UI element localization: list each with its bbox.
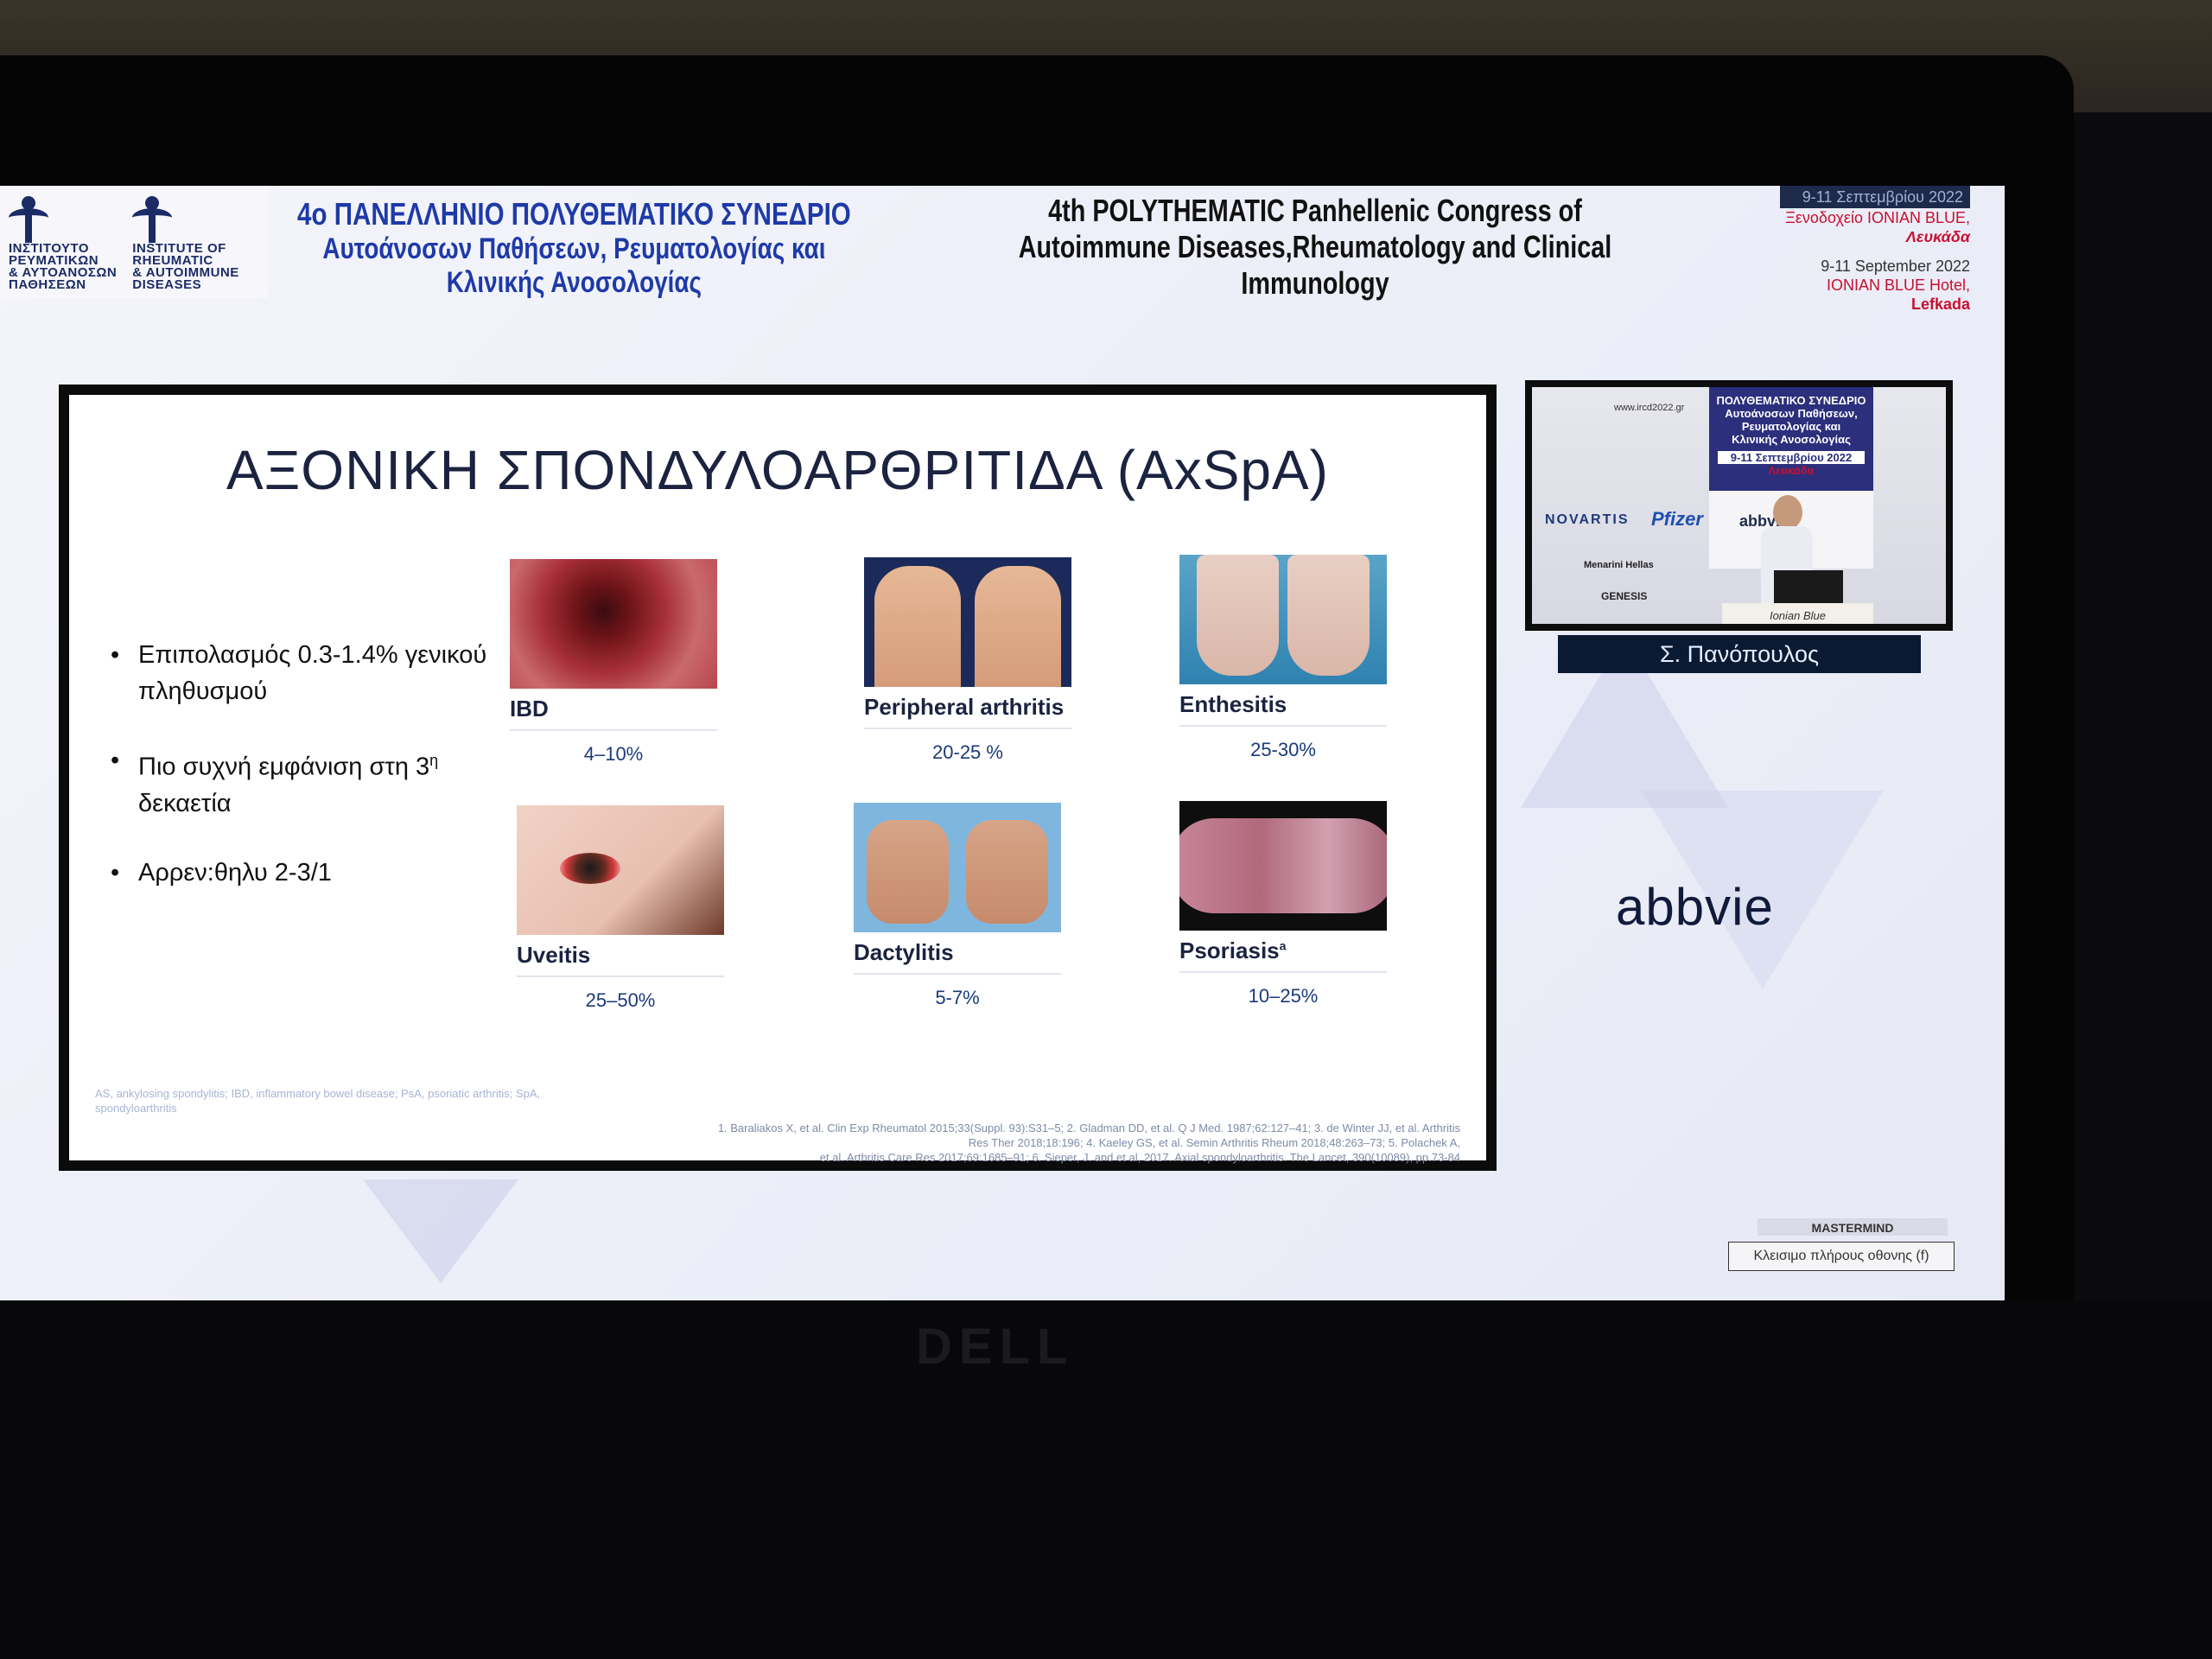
abbvie-logo: abbvie (1616, 878, 1774, 936)
card-percentage: 4–10% (583, 743, 644, 765)
venue-en-hotel: IONIAN BLUE Hotel, (1826, 276, 1970, 294)
congress-title-en: 4th POLYTHEMATIC Panhellenic Congress of… (1011, 193, 1619, 302)
card-peripheral-arthritis: Peripheral arthritis 20-25 % (864, 557, 1089, 764)
decor-triangle (363, 1179, 518, 1283)
podium: Ionian Blue (1722, 603, 1873, 624)
genesis-logo: GENESIS (1601, 590, 1648, 602)
card-enthesitis: Enthesitis 25-30% (1179, 555, 1404, 761)
venue-en-city: Lefkada (1910, 296, 1970, 313)
slide-title: ΑΞΟΝΙΚΗ ΣΠΟΝΔΥΛΟΑΡΘΡΙΤΙΔΑ (AxSpA) (226, 439, 1329, 501)
person-icon (132, 196, 173, 243)
bullet-list: Επιπολασμός 0.3-1.4% γενικού πληθυσμού Π… (104, 637, 536, 924)
exit-fullscreen-button[interactable]: Κλεισιμο πλήρους οθονης (f) (1728, 1242, 1955, 1271)
congress-title-gr-line2: Αυτοάνοσων Παθήσεων, Ρευματολογίας και Κ… (322, 232, 826, 299)
dactylitis-image (854, 803, 1061, 932)
slide: ΑΞΟΝΙΚΗ ΣΠΟΝΔΥΛΟΑΡΘΡΙΤΙΔΑ (AxSpA) Επιπολ… (59, 385, 1497, 1171)
congress-title-en-line1: 4th POLYTHEMATIC Panhellenic Congress of (1048, 193, 1582, 228)
speaker-name: Σ. Πανόπουλος (1558, 635, 1921, 673)
dell-logo: DELL (916, 1319, 1075, 1375)
congress-title-en-line2: Autoimmune Diseases,Rheumatology and Cli… (1018, 229, 1612, 301)
laptop-base (0, 1300, 2212, 1659)
video-site-url: www.ircd2022.gr (1614, 403, 1685, 413)
novartis-logo: NOVARTIS (1545, 512, 1630, 527)
card-percentage: 25–50% (585, 989, 656, 1011)
card-label: Peripheral arthritis (864, 694, 1065, 720)
psoriasis-image (1179, 801, 1387, 931)
venue-gr-hotel: Ξενοδοχείο IONIAN BLUE, (1785, 209, 1970, 226)
institute-logo-gr: ΙΝΣΤΙΤΟΥΤΟ ΡΕΥΜΑΤΙΚΩΝ & ΑΥΤΟΑΝΟΣΩΝ ΠΑΘΗΣ… (9, 196, 117, 291)
venue-gr-city: Λευκάδα (1905, 228, 1970, 245)
card-label: IBD (510, 696, 549, 721)
card-percentage: 25-30% (1250, 739, 1316, 760)
card-percentage: 10–25% (1248, 985, 1319, 1007)
card-uveitis: Uveitis 25–50% (517, 805, 741, 1012)
bullet-onset: Πιο συχνή εμφάνιση στη 3η δεκαετία (104, 742, 536, 822)
card-label: Uveitis (517, 942, 591, 968)
video-congress-banner: ΠΟΛΥΘΕΜΑΤΙΚΟ ΣΥΝΕΔΡΙΟ Αυτοάνοσων Παθήσεω… (1709, 387, 1873, 491)
references: 1. Baraliakos X, et al. Clin Exp Rheumat… (717, 1122, 1460, 1164)
person-icon (9, 196, 48, 243)
abbreviations-footnote: AS, ankylosing spondylitis; IBD, inflamm… (95, 1087, 541, 1115)
card-ibd: IBD 4–10% (510, 559, 734, 766)
card-label: Psoriasisa (1179, 938, 1287, 963)
institute-logo-en: INSTITUTE OF RHEUMATIC & AUTOIMMUNE DISE… (132, 196, 239, 291)
pfizer-logo: Pfizer (1651, 508, 1703, 530)
heels-image (1179, 555, 1387, 684)
congress-dates: 9-11 Σεπτεμβρίου 2022 Ξενοδοχείο IONIAN … (1780, 186, 1970, 314)
congress-header: ΙΝΣΤΙΤΟΥΤΟ ΡΕΥΜΑΤΙΚΩΝ & ΑΥΤΟΑΝΟΣΩΝ ΠΑΘΗΣ… (0, 186, 2005, 313)
speaker-video[interactable]: www.ircd2022.gr ΠΟΛΥΘΕΜΑΤΙΚΟ ΣΥΝΕΔΡΙΟ Αυ… (1525, 380, 1953, 631)
card-percentage: 5-7% (935, 987, 980, 1008)
card-label: Enthesitis (1179, 691, 1287, 717)
institute-logos: ΙΝΣΤΙΤΟΥΤΟ ΡΕΥΜΑΤΙΚΩΝ & ΑΥΤΟΑΝΟΣΩΝ ΠΑΘΗΣ… (0, 186, 268, 298)
presentation-screen: ΙΝΣΤΙΤΟΥΤΟ ΡΕΥΜΑΤΙΚΩΝ & ΑΥΤΟΑΝΟΣΩΝ ΠΑΘΗΣ… (0, 186, 2005, 1300)
card-label: Dactylitis (854, 939, 954, 965)
mastermind-label: MASTERMIND (1758, 1218, 1948, 1236)
date-gr: 9-11 Σεπτεμβρίου 2022 (1780, 186, 1970, 208)
card-psoriasis: Psoriasisa 10–25% (1179, 801, 1404, 1007)
hands-image (864, 557, 1071, 687)
card-percentage: 20-25 % (932, 741, 1003, 763)
date-en: 9-11 September 2022 (1821, 257, 1970, 275)
bullet-prevalence: Επιπολασμός 0.3-1.4% γενικού πληθυσμού (104, 637, 536, 709)
eye-image (517, 805, 724, 935)
congress-title-gr: 4ο ΠΑΝΕΛΛΗΝΙΟ ΠΟΛΥΘΕΜΑΤΙΚΟ ΣΥΝΕΔΡΙΟ Αυτο… (276, 196, 872, 300)
congress-title-gr-line1: 4ο ΠΑΝΕΛΛΗΝΙΟ ΠΟΛΥΘΕΜΑΤΙΚΟ ΣΥΝΕΔΡΙΟ (297, 196, 851, 232)
bullet-sex-ratio: Αρρεν:θηλυ 2-3/1 (104, 855, 536, 891)
card-dactylitis: Dactylitis 5-7% (854, 803, 1078, 1009)
menarini-logo: Menarini Hellas (1584, 560, 1654, 570)
ibd-image (510, 559, 717, 689)
